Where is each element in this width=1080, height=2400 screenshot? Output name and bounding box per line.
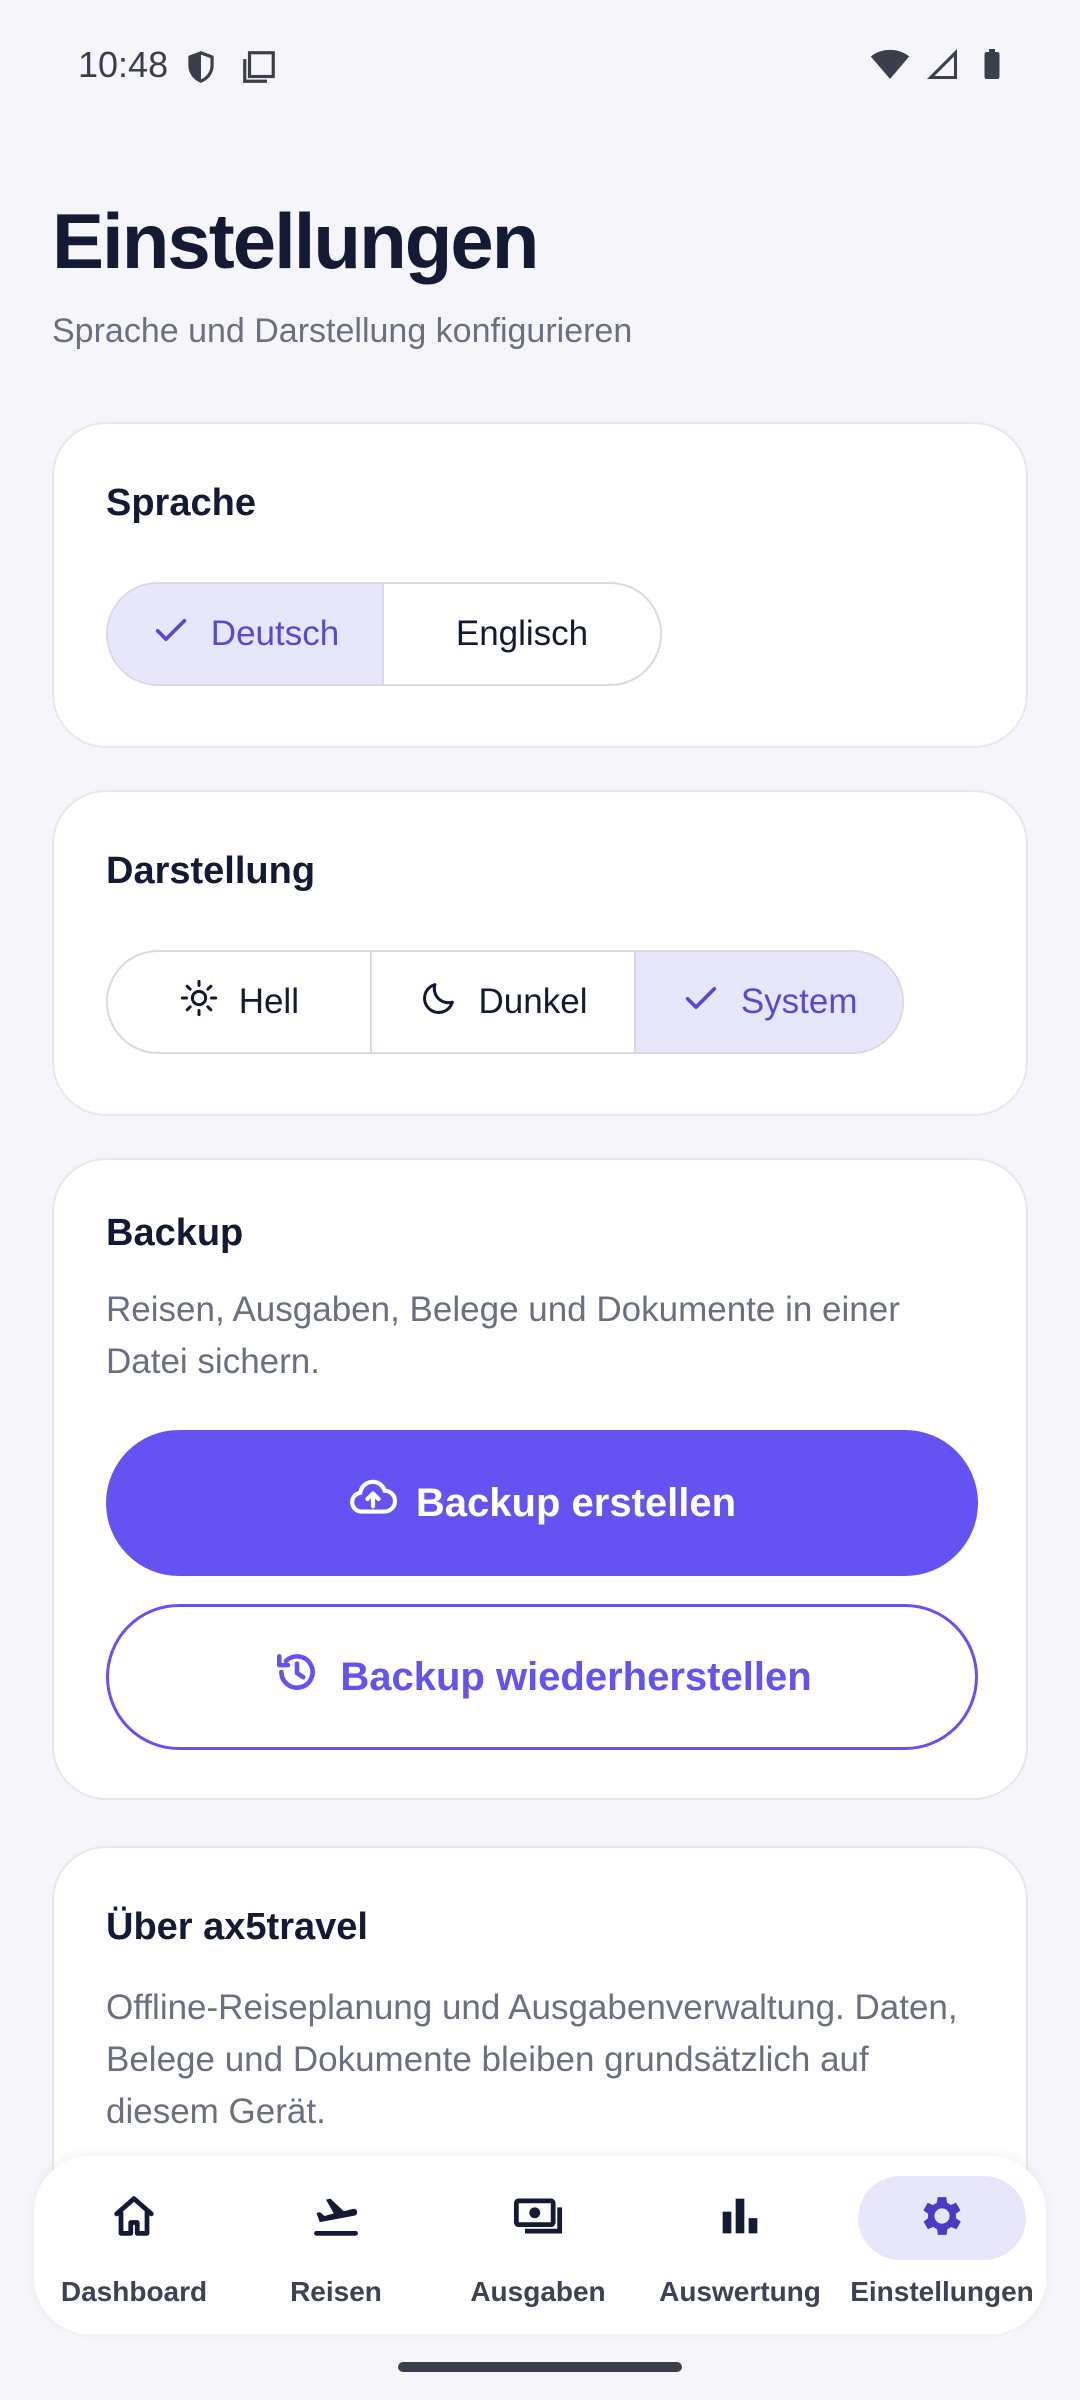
- language-card-title: Sprache: [106, 482, 256, 524]
- backup-card-title: Backup: [106, 1212, 244, 1254]
- appearance-option-label: Dunkel: [478, 982, 588, 1021]
- check-icon: [681, 978, 721, 1027]
- appearance-card-title: Darstellung: [106, 850, 316, 892]
- check-icon: [151, 610, 191, 659]
- nav-item-auswertung[interactable]: Auswertung: [640, 2176, 840, 2326]
- nav-icon-container: [50, 2176, 218, 2260]
- status-bar: 10:48: [0, 0, 1080, 136]
- create-backup-label: Backup erstellen: [415, 1480, 737, 1525]
- nav-item-dashboard[interactable]: Dashboard: [34, 2176, 234, 2326]
- nav-item-einstellungen[interactable]: Einstellungen: [842, 2176, 1042, 2326]
- cloud-upload-icon: [348, 1473, 398, 1533]
- language-option-label: Englisch: [455, 614, 589, 653]
- nav-label: Reisen: [290, 2276, 382, 2307]
- restore-backup-label: Backup wiederherstellen: [340, 1654, 812, 1699]
- backup-description: Reisen, Ausgaben, Belege und Dokumente i…: [106, 1290, 900, 1381]
- nav-item-ausgaben[interactable]: Ausgaben: [438, 2176, 638, 2326]
- appearance-option-system[interactable]: System: [636, 952, 902, 1052]
- bottom-navigation: Dashboard Reisen Ausgaben Auswertung Ein…: [34, 2156, 1046, 2334]
- sun-icon: [179, 978, 219, 1027]
- nav-icon-container: [656, 2176, 824, 2260]
- signal-icon: [924, 46, 960, 87]
- appearance-selector: Hell Dunkel System: [106, 950, 904, 1054]
- moon-icon: [419, 978, 459, 1027]
- nav-icon-container: [252, 2176, 420, 2260]
- appearance-option-hell[interactable]: Hell: [108, 952, 372, 1052]
- nav-item-reisen[interactable]: Reisen: [236, 2176, 436, 2326]
- settings-screen: 10:48 Einstellungen Sprache und Darstell…: [0, 0, 1080, 2400]
- create-backup-button[interactable]: Backup erstellen: [106, 1430, 978, 1576]
- bar-chart-icon: [714, 2190, 766, 2247]
- shield-icon: [182, 48, 220, 86]
- flight-takeoff-icon: [310, 2190, 362, 2247]
- language-selector: Deutsch Englisch: [106, 582, 662, 686]
- language-option-englisch[interactable]: Englisch: [384, 584, 660, 684]
- nav-label: Einstellungen: [850, 2276, 1034, 2307]
- nav-icon-container: [454, 2176, 622, 2260]
- home-indicator[interactable]: [398, 2362, 682, 2372]
- nav-label: Dashboard: [60, 2276, 208, 2307]
- about-description: Offline-Reiseplanung und Ausgabenverwalt…: [106, 1988, 958, 2131]
- about-card-title: Über ax5travel: [106, 1906, 368, 1948]
- language-option-label: Deutsch: [210, 614, 340, 653]
- nav-label: Auswertung: [659, 2276, 821, 2307]
- payments-icon: [512, 2190, 564, 2247]
- appearance-option-label: Hell: [238, 982, 299, 1021]
- status-indicators: [870, 44, 1010, 89]
- home-icon: [108, 2190, 160, 2247]
- page-title: Einstellungen: [52, 197, 539, 285]
- battery-icon: [974, 44, 1010, 89]
- gear-icon: [916, 2190, 968, 2247]
- appearance-card: Darstellung Hell Dunkel System: [52, 790, 1028, 1116]
- language-card: Sprache Deutsch Englisch: [52, 422, 1028, 748]
- appearance-option-dunkel[interactable]: Dunkel: [372, 952, 637, 1052]
- screenshot-icon: [240, 48, 278, 86]
- restore-backup-button[interactable]: Backup wiederherstellen: [106, 1604, 978, 1750]
- appearance-option-label: System: [740, 982, 858, 1021]
- nav-icon-container-active: [858, 2176, 1026, 2260]
- page-subtitle: Sprache und Darstellung konfigurieren: [52, 312, 633, 350]
- wifi-icon: [870, 44, 910, 89]
- language-option-deutsch[interactable]: Deutsch: [108, 584, 384, 684]
- backup-card: Backup Reisen, Ausgaben, Belege und Doku…: [52, 1158, 1028, 1800]
- nav-label: Ausgaben: [470, 2276, 606, 2307]
- history-icon: [272, 1647, 322, 1707]
- status-time: 10:48: [78, 44, 169, 85]
